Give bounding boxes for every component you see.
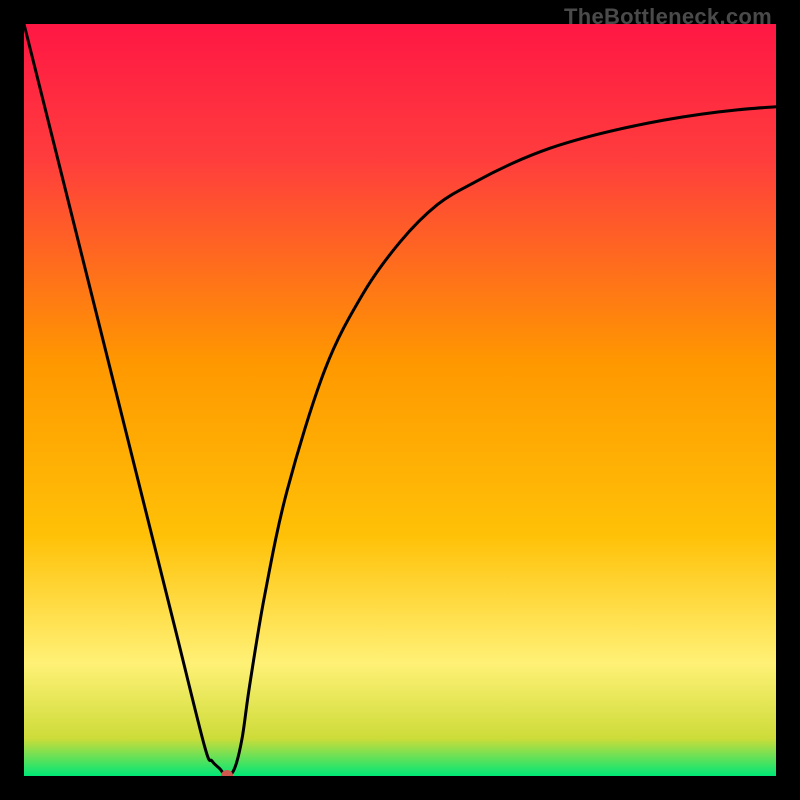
chart-frame: TheBottleneck.com (0, 0, 800, 800)
bottleneck-chart (24, 24, 776, 776)
gradient-background (24, 24, 776, 776)
plot-area (24, 24, 776, 776)
